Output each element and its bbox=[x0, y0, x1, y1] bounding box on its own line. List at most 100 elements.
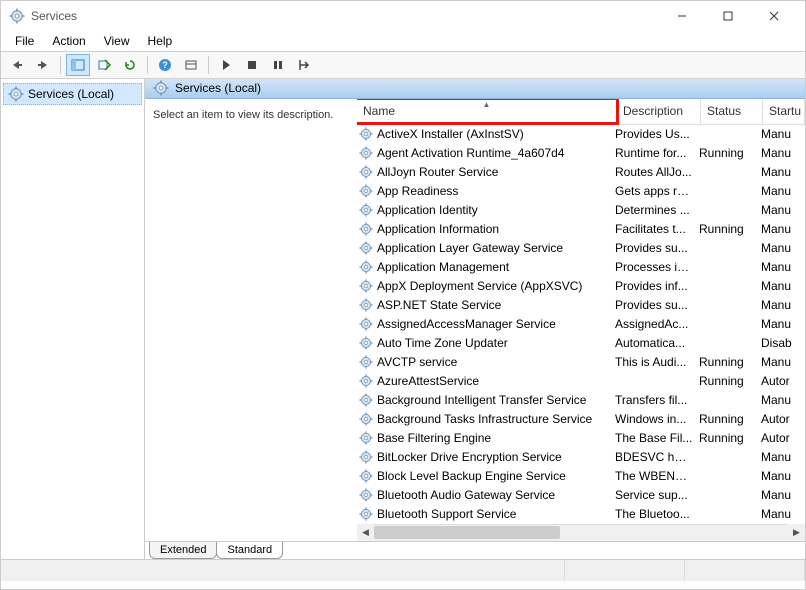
export-list-button[interactable] bbox=[92, 54, 116, 76]
service-row[interactable]: Background Tasks Infrastructure ServiceW… bbox=[357, 410, 805, 429]
tree-root-services-local[interactable]: Services (Local) bbox=[3, 83, 142, 105]
menu-file[interactable]: File bbox=[7, 32, 42, 50]
service-status: Running bbox=[699, 374, 761, 388]
service-row[interactable]: Application InformationFacilitates t...R… bbox=[357, 220, 805, 239]
service-row[interactable]: Auto Time Zone UpdaterAutomatica...Disab bbox=[357, 334, 805, 353]
view-tabs: Extended Standard bbox=[145, 541, 805, 559]
service-row[interactable]: ActiveX Installer (AxInstSV)Provides Us.… bbox=[357, 125, 805, 144]
gear-icon bbox=[359, 393, 373, 407]
service-row[interactable]: AssignedAccessManager ServiceAssignedAc.… bbox=[357, 315, 805, 334]
service-name: AppX Deployment Service (AppXSVC) bbox=[377, 279, 615, 293]
service-list: ▲ Name Description Status Startu ActiveX… bbox=[357, 99, 805, 541]
menu-view[interactable]: View bbox=[96, 32, 138, 50]
pause-service-button[interactable] bbox=[266, 54, 290, 76]
menu-help[interactable]: Help bbox=[140, 32, 181, 50]
service-description: The Base Fil... bbox=[615, 431, 699, 445]
service-row[interactable]: Agent Activation Runtime_4a607d4Runtime … bbox=[357, 144, 805, 163]
service-description: Gets apps re... bbox=[615, 184, 699, 198]
service-description: Determines ... bbox=[615, 203, 699, 217]
service-startup: Autor bbox=[761, 412, 803, 426]
gear-icon bbox=[359, 222, 373, 236]
restart-service-button[interactable] bbox=[292, 54, 316, 76]
service-row[interactable]: Background Intelligent Transfer ServiceT… bbox=[357, 391, 805, 410]
tab-standard[interactable]: Standard bbox=[216, 542, 283, 559]
back-button[interactable] bbox=[5, 54, 29, 76]
service-startup: Manu bbox=[761, 260, 803, 274]
toolbar: ? bbox=[1, 51, 805, 79]
svg-text:?: ? bbox=[162, 60, 168, 70]
service-description: Provides inf... bbox=[615, 279, 699, 293]
gear-icon bbox=[359, 298, 373, 312]
forward-button[interactable] bbox=[31, 54, 55, 76]
service-name: Application Management bbox=[377, 260, 615, 274]
service-row[interactable]: App ReadinessGets apps re...Manu bbox=[357, 182, 805, 201]
titlebar: Services bbox=[1, 1, 805, 31]
start-service-button[interactable] bbox=[214, 54, 238, 76]
service-startup: Autor bbox=[761, 374, 803, 388]
service-description: Processes in... bbox=[615, 260, 699, 274]
stop-service-button[interactable] bbox=[240, 54, 264, 76]
gear-icon bbox=[153, 80, 169, 96]
service-startup: Manu bbox=[761, 298, 803, 312]
gear-icon bbox=[359, 165, 373, 179]
service-row[interactable]: AVCTP serviceThis is Audi...RunningManu bbox=[357, 353, 805, 372]
service-description: Provides Us... bbox=[615, 127, 699, 141]
service-status: Running bbox=[699, 146, 761, 160]
column-header-name[interactable]: ▲ Name bbox=[357, 99, 617, 124]
minimize-button[interactable] bbox=[659, 1, 705, 31]
service-row[interactable]: BitLocker Drive Encryption ServiceBDESVC… bbox=[357, 448, 805, 467]
service-name: Background Intelligent Transfer Service bbox=[377, 393, 615, 407]
help-button[interactable]: ? bbox=[153, 54, 177, 76]
menu-action[interactable]: Action bbox=[44, 32, 93, 50]
service-startup: Manu bbox=[761, 203, 803, 217]
service-row[interactable]: Block Level Backup Engine ServiceThe WBE… bbox=[357, 467, 805, 486]
tab-extended[interactable]: Extended bbox=[149, 542, 217, 559]
service-description: Windows in... bbox=[615, 412, 699, 426]
service-name: Block Level Backup Engine Service bbox=[377, 469, 615, 483]
service-row[interactable]: AzureAttestServiceRunningAutor bbox=[357, 372, 805, 391]
show-hide-tree-button[interactable] bbox=[66, 54, 90, 76]
scroll-left-icon[interactable]: ◀ bbox=[357, 524, 374, 541]
close-button[interactable] bbox=[751, 1, 797, 31]
service-row[interactable]: Bluetooth Audio Gateway ServiceService s… bbox=[357, 486, 805, 505]
app-icon bbox=[9, 8, 25, 24]
tree-pane: Services (Local) bbox=[1, 79, 145, 559]
service-description: BDESVC hos... bbox=[615, 450, 699, 464]
service-name: Application Identity bbox=[377, 203, 615, 217]
service-status: Running bbox=[699, 222, 761, 236]
service-row[interactable]: Bluetooth Support ServiceThe Bluetoo...M… bbox=[357, 505, 805, 524]
window-title: Services bbox=[31, 9, 77, 23]
service-name: AVCTP service bbox=[377, 355, 615, 369]
service-name: Base Filtering Engine bbox=[377, 431, 615, 445]
service-name: Background Tasks Infrastructure Service bbox=[377, 412, 615, 426]
scroll-right-icon[interactable]: ▶ bbox=[788, 524, 805, 541]
service-description: Provides su... bbox=[615, 298, 699, 312]
horizontal-scrollbar[interactable]: ◀ ▶ bbox=[357, 524, 805, 541]
service-row[interactable]: AppX Deployment Service (AppXSVC)Provide… bbox=[357, 277, 805, 296]
column-header-startup[interactable]: Startu bbox=[763, 99, 805, 124]
properties-button[interactable] bbox=[179, 54, 203, 76]
service-startup: Manu bbox=[761, 279, 803, 293]
main-area: Services (Local) Services (Local) Select… bbox=[1, 79, 805, 559]
service-row[interactable]: Application ManagementProcesses in... Man… bbox=[357, 258, 805, 277]
column-header-description[interactable]: Description bbox=[617, 99, 701, 124]
scroll-thumb[interactable] bbox=[374, 526, 560, 539]
service-description: Facilitates t... bbox=[615, 222, 699, 236]
service-row[interactable]: Application IdentityDetermines ... Manu bbox=[357, 201, 805, 220]
gear-icon bbox=[359, 355, 373, 369]
service-row[interactable]: Application Layer Gateway ServiceProvide… bbox=[357, 239, 805, 258]
service-startup: Manu bbox=[761, 241, 803, 255]
maximize-button[interactable] bbox=[705, 1, 751, 31]
refresh-button[interactable] bbox=[118, 54, 142, 76]
service-startup: Disab bbox=[761, 336, 803, 350]
service-row[interactable]: Base Filtering EngineThe Base Fil...Runn… bbox=[357, 429, 805, 448]
gear-icon bbox=[359, 241, 373, 255]
service-startup: Manu bbox=[761, 507, 803, 521]
service-startup: Manu bbox=[761, 355, 803, 369]
service-row[interactable]: ASP.NET State ServiceProvides su...Manu bbox=[357, 296, 805, 315]
column-header-status[interactable]: Status bbox=[701, 99, 763, 124]
service-status: Running bbox=[699, 355, 761, 369]
gear-icon bbox=[359, 488, 373, 502]
service-row[interactable]: AllJoyn Router ServiceRoutes AllJo...Man… bbox=[357, 163, 805, 182]
service-startup: Manu bbox=[761, 222, 803, 236]
